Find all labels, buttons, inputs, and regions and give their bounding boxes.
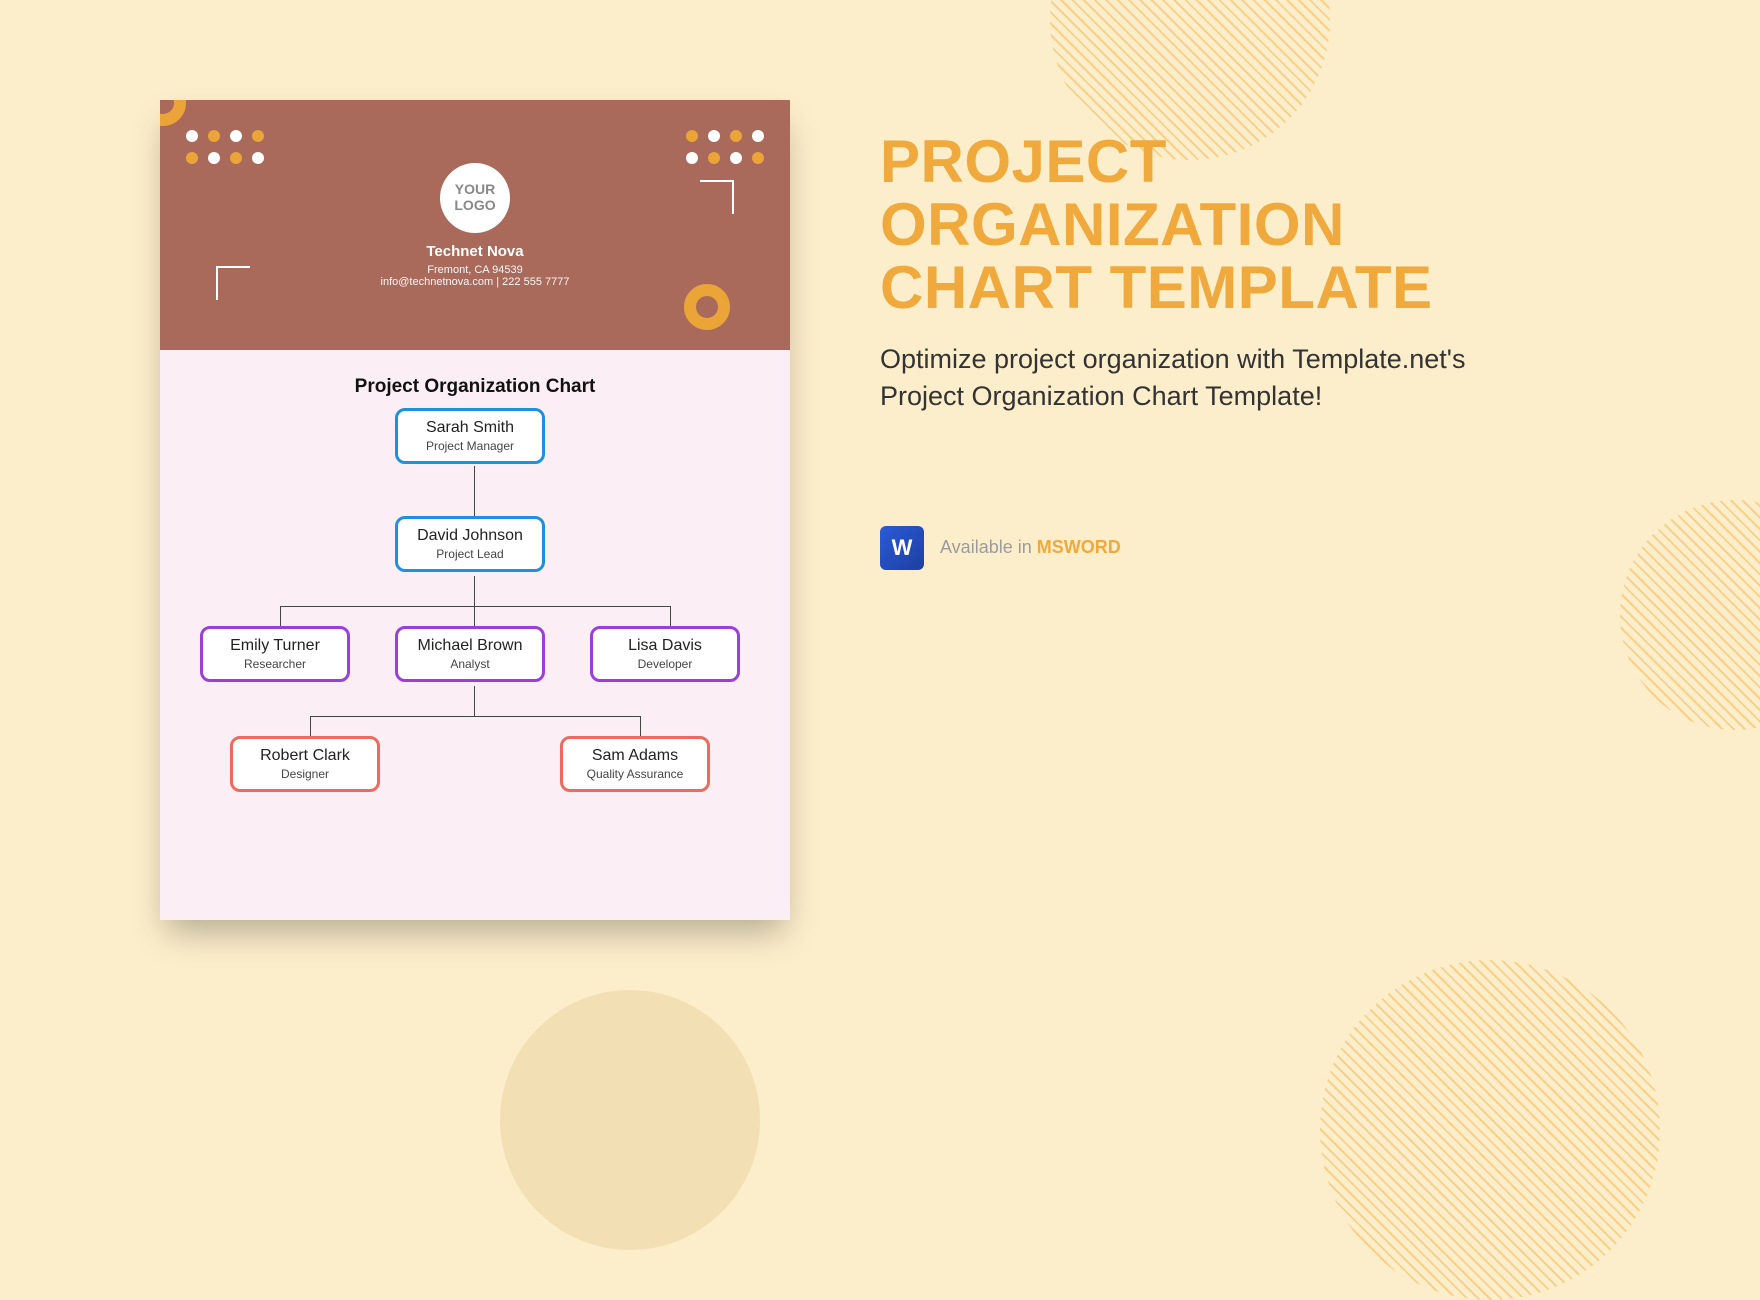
title-line: PROJECT	[880, 128, 1167, 195]
node-role: Researcher	[209, 657, 341, 671]
org-node-researcher: Emily Turner Researcher	[200, 626, 350, 682]
node-name: David Johnson	[404, 527, 536, 545]
promo-title: PROJECT ORGANIZATION CHART TEMPLATE	[880, 130, 1500, 319]
org-chart: Sarah Smith Project Manager David Johnso…	[160, 408, 790, 878]
promo-description: Optimize project organization with Templ…	[880, 341, 1500, 416]
node-role: Developer	[599, 657, 731, 671]
promo-panel: PROJECT ORGANIZATION CHART TEMPLATE Opti…	[880, 130, 1500, 570]
title-line: ORGANIZATION	[880, 191, 1345, 258]
company-logo: YOUR LOGO	[440, 163, 510, 233]
node-name: Sarah Smith	[404, 419, 536, 437]
org-node-analyst: Michael Brown Analyst	[395, 626, 545, 682]
org-node-designer: Robert Clark Designer	[230, 736, 380, 792]
decorative-circle	[500, 990, 760, 1250]
org-node-project-manager: Sarah Smith Project Manager	[395, 408, 545, 464]
node-name: Michael Brown	[404, 637, 536, 655]
node-role: Designer	[239, 767, 371, 781]
preview-header: YOUR LOGO Technet Nova Fremont, CA 94539…	[160, 100, 790, 350]
company-name: Technet Nova	[426, 243, 523, 260]
chart-title: Project Organization Chart	[160, 376, 790, 398]
node-role: Quality Assurance	[569, 767, 701, 781]
org-node-project-lead: David Johnson Project Lead	[395, 516, 545, 572]
company-contact: info@technetnova.com | 222 555 7777	[381, 276, 570, 288]
node-role: Project Manager	[404, 439, 536, 453]
available-format: MSWORD	[1037, 537, 1121, 557]
node-name: Lisa Davis	[599, 637, 731, 655]
node-role: Project Lead	[404, 547, 536, 561]
available-label: Available in	[940, 537, 1032, 557]
template-preview: YOUR LOGO Technet Nova Fremont, CA 94539…	[160, 100, 790, 920]
title-line: CHART TEMPLATE	[880, 254, 1433, 321]
company-address: Fremont, CA 94539	[427, 264, 522, 276]
node-role: Analyst	[404, 657, 536, 671]
decorative-circle	[1320, 960, 1660, 1300]
node-name: Robert Clark	[239, 747, 371, 765]
logo-text: YOUR LOGO	[440, 182, 510, 213]
node-name: Emily Turner	[209, 637, 341, 655]
org-node-developer: Lisa Davis Developer	[590, 626, 740, 682]
available-formats: Available in MSWORD	[880, 526, 1500, 570]
node-name: Sam Adams	[569, 747, 701, 765]
msword-icon	[880, 526, 924, 570]
org-node-qa: Sam Adams Quality Assurance	[560, 736, 710, 792]
